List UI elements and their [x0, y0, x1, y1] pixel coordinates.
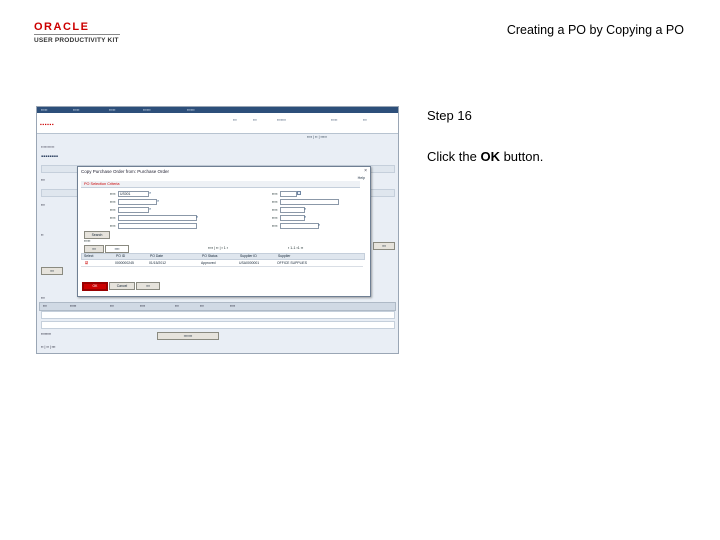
lookup-icon[interactable]: ⌕	[318, 223, 322, 227]
copy-po-modal: Copy Purchase Order from: Purchase Order…	[77, 166, 371, 297]
background-button: ▪▪▪	[373, 242, 395, 250]
application-screenshot: ▪▪▪▪▪ ▪▪▪▪▪ ▪▪▪▪▪ ▪▪▪▪▪▪ ▪▪▪▪▪▪ ▪▪▪▪▪▪ ▪…	[36, 106, 399, 354]
logo-divider	[34, 34, 120, 35]
lookup-icon[interactable]: ⌕	[304, 215, 308, 219]
table-row[interactable]: ☑ 0000000245 01/15/2012 Approved USA0000…	[81, 261, 363, 267]
refresh-button[interactable]: ▪▪▪	[136, 282, 160, 290]
field-label: ▪▪▪▪:	[109, 192, 116, 196]
nav-item: ▪▪▪▪▪▪	[187, 108, 195, 112]
status-select[interactable]	[280, 199, 339, 205]
lookup-icon[interactable]: ⌕	[304, 207, 308, 211]
background-link: ▪▪▪▪▪▪▪▪	[41, 332, 51, 336]
modal-title: Copy Purchase Order from: Purchase Order	[81, 169, 170, 174]
column-header: PO Date	[150, 254, 164, 258]
instruction-button-name: OK	[480, 149, 500, 164]
field-label: ▪▪▪▪:	[271, 200, 278, 204]
portal-logo: ▪▪▪▪▪▪	[40, 122, 55, 128]
portal-header: ▪▪▪▪▪▪ ▪▪▪ ▪▪▪ ▪▪▪▪▪▪▪ ▪▪▪▪▪ ▪▪▪	[37, 113, 398, 134]
grid-title: ▪▪▪▪▪	[84, 239, 91, 243]
field-label: ▪▪▪▪:	[271, 208, 278, 212]
breadcrumb: ▪▪▪▪▪▪▪▪▪▪	[41, 145, 55, 149]
lookup-icon[interactable]: ⌕	[157, 199, 161, 203]
ok-button[interactable]: OK	[83, 283, 107, 290]
origin-input[interactable]	[280, 207, 305, 213]
document-title: Creating a PO by Copying a PO	[506, 23, 684, 37]
column-header: PO Status	[202, 254, 218, 258]
name-input[interactable]	[118, 215, 197, 221]
instruction-prefix: Click the	[427, 149, 481, 164]
field-label: ▪▪▪▪:	[271, 224, 278, 228]
help-link[interactable]: Help	[358, 176, 365, 180]
po-reference-input[interactable]	[118, 223, 197, 229]
supplier-id-cell: USA0000001	[239, 261, 260, 265]
business-unit-input[interactable]: US001	[118, 191, 149, 197]
lookup-icon[interactable]: ⌕	[149, 207, 153, 211]
po-selection-criteria-header: PO Selection Criteria	[81, 181, 360, 188]
lines-header-row	[41, 311, 395, 319]
supplier-cell: OFFICE SUPPLIES	[277, 261, 307, 265]
grid-tab[interactable]: ▪▪▪▪	[105, 245, 129, 253]
lookup-icon[interactable]: ⌕	[196, 215, 200, 219]
search-button[interactable]: Search	[84, 231, 110, 239]
column-header: Supplier ID	[240, 254, 257, 258]
ship-to-input[interactable]	[280, 215, 305, 221]
po-id-cell: 0000000245	[115, 261, 134, 265]
field-label: ▪▪▪▪:	[109, 208, 116, 212]
nav-item: ▪▪▪▪▪	[41, 108, 48, 112]
background-button: ▪▪▪	[41, 267, 63, 275]
category-input[interactable]	[280, 223, 319, 229]
field-label: ▪▪▪▪:	[271, 216, 278, 220]
instruction-suffix: button.	[499, 149, 544, 164]
select-checkbox[interactable]: ☑	[85, 261, 88, 265]
column-header: Supplier	[278, 254, 291, 258]
step-number: Step 16	[427, 108, 472, 123]
field-label: ▪▪▪▪:	[109, 216, 116, 220]
po-date-input[interactable]	[280, 191, 297, 197]
grid-tab[interactable]: ▪▪▪	[84, 245, 104, 253]
background-label: ▪▪	[41, 233, 44, 237]
grid-pager-nav[interactable]: ▪ 1-1 ▪1 ▪▪	[288, 246, 303, 250]
column-header: Select	[84, 254, 94, 258]
lines-tab-strip: ▪▪▪ ▪▪▪▪▪ ▪▪▪ ▪▪▪▪ ▪▪▪ ▪▪▪ ▪▪▪▪	[39, 302, 396, 311]
step-instruction: Click the OK button.	[427, 149, 543, 164]
field-label: ▪▪▪▪:	[109, 224, 116, 228]
background-label: ▪▪▪	[41, 203, 45, 207]
nav-item: ▪▪▪▪▪	[73, 108, 80, 112]
cancel-button[interactable]: Cancel	[109, 282, 135, 290]
po-date-cell: 01/15/2012	[149, 261, 166, 265]
page-title: ▪▪▪▪▪▪▪▪	[41, 154, 59, 160]
calendar-icon[interactable]	[297, 191, 301, 195]
field-label: ▪▪▪▪:	[271, 192, 278, 196]
background-button: ▪▪▪▪▪▪▪	[157, 332, 219, 340]
lines-data-row	[41, 321, 395, 329]
supplier-id-input[interactable]	[118, 207, 149, 213]
logo-subtitle: USER PRODUCTIVITY KIT	[34, 37, 119, 44]
grid-pager: ▪▪▪▪ | ▪▪ | ▪ 1 ▪	[208, 246, 229, 250]
oracle-upk-logo: ORACLE USER PRODUCTIVITY KIT	[34, 22, 124, 48]
column-header: PO ID	[116, 254, 126, 258]
nav-item: ▪▪▪▪▪▪	[143, 108, 151, 112]
page-action-links: ▪▪▪▪ | ▪▪ | ▪▪▪▪▪	[307, 135, 327, 139]
grid-header-row: Select PO ID PO Date PO Status Supplier …	[81, 253, 365, 260]
supplier-input[interactable]	[118, 199, 157, 205]
background-footer-links: ▪▪ | ▪▪ | ▪▪▪	[41, 345, 56, 349]
field-label: ▪▪▪▪:	[109, 200, 116, 204]
section-title: PO Selection Criteria	[84, 182, 120, 186]
lookup-icon[interactable]: ⌕	[149, 191, 153, 195]
close-icon[interactable]: ×	[364, 168, 367, 174]
lines-label: ▪▪▪	[41, 296, 45, 300]
nav-item: ▪▪▪▪▪	[109, 108, 116, 112]
background-label: ▪▪▪	[41, 178, 45, 182]
po-status-cell: Approved	[201, 261, 216, 265]
logo-word: ORACLE	[34, 21, 90, 33]
